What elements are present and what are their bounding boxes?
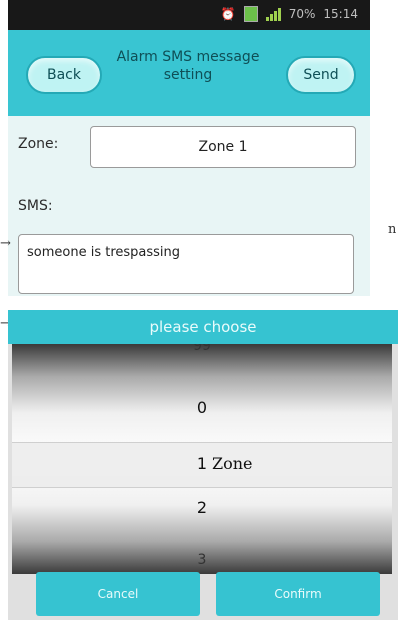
arrow-icon: → xyxy=(0,236,11,251)
cancel-button[interactable]: Cancel xyxy=(36,572,200,616)
wheel-item[interactable]: 0 xyxy=(12,398,392,417)
zone-label: Zone: xyxy=(18,136,59,152)
selected-zone-suffix: Zone xyxy=(212,454,253,473)
battery-icon xyxy=(243,6,258,22)
signal-icon xyxy=(265,7,281,21)
confirm-button[interactable]: Confirm xyxy=(216,572,380,616)
status-icons: ⏰ 70% 15:14 xyxy=(221,6,358,22)
sms-label: SMS: xyxy=(18,198,53,214)
send-button[interactable]: Send xyxy=(286,56,356,94)
status-time: 15:14 xyxy=(323,7,358,21)
page-title-line1: Alarm SMS message xyxy=(116,49,260,65)
wheel-item[interactable]: 99 xyxy=(12,344,392,354)
picker-dialog: please choose 99 0 1 Zone 2 3 Cancel Con… xyxy=(8,310,398,620)
sms-field[interactable]: someone is trespassing xyxy=(18,234,354,294)
wheel-item[interactable]: 3 xyxy=(12,552,392,568)
back-button[interactable]: Back xyxy=(26,56,102,94)
wheel-item-selected[interactable]: 1 xyxy=(12,454,392,473)
page-title-line2: setting xyxy=(163,67,213,83)
battery-percent: 70% xyxy=(288,7,316,21)
number-wheel[interactable]: 99 0 1 Zone 2 3 xyxy=(12,344,392,574)
page-title: Alarm SMS message setting xyxy=(108,48,268,84)
zone-field[interactable]: Zone 1 xyxy=(90,126,356,168)
side-fragment-n: n xyxy=(388,222,397,237)
alarm-icon: ⏰ xyxy=(220,7,236,21)
title-bar: Back Alarm SMS message setting Send xyxy=(8,30,370,116)
wheel-item[interactable]: 2 xyxy=(12,498,392,517)
status-bar: ⏰ 70% 15:14 xyxy=(8,0,370,30)
picker-title: please choose xyxy=(8,310,398,344)
sms-form: Zone: Zone 1 SMS: someone is trespassing xyxy=(8,116,370,296)
